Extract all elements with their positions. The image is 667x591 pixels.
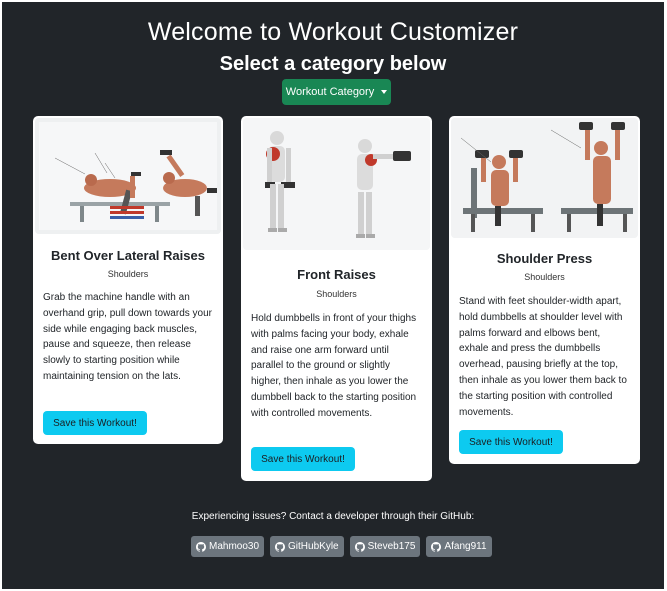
- workout-illustration: [35, 118, 221, 234]
- caret-down-icon: [381, 90, 388, 94]
- workout-category-label: Workout Category: [285, 86, 375, 98]
- card-category: Shoulders: [316, 289, 357, 299]
- page-title: Welcome to Workout Customizer: [147, 18, 519, 46]
- github-username: Mahmoo30: [209, 541, 260, 552]
- card-category: Shoulders: [107, 269, 149, 279]
- workout-illustration: [451, 118, 638, 238]
- workout-illustration: [243, 118, 430, 250]
- github-icon: [431, 541, 442, 552]
- issues-text: Experiencing issues? Contact a developer…: [191, 511, 475, 522]
- github-link-button[interactable]: Afang911: [426, 536, 492, 557]
- save-workout-button[interactable]: Save this Workout!: [43, 411, 147, 435]
- workout-card: Bent Over Lateral Raises Shoulders Grab …: [33, 116, 223, 444]
- card-category: Shoulders: [524, 272, 565, 282]
- card-description: Grab the machine handle with an overhand…: [43, 292, 212, 382]
- github-icon: [275, 541, 286, 552]
- github-icon: [196, 541, 206, 552]
- page-background: Welcome to Workout Customizer Select a c…: [2, 2, 664, 589]
- card-title: Front Raises: [297, 267, 376, 282]
- workout-category-dropdown[interactable]: Workout Category: [282, 79, 391, 105]
- workout-card: Shoulder Press Shoulders Stand with feet…: [449, 116, 640, 464]
- save-workout-button[interactable]: Save this Workout!: [251, 447, 355, 471]
- card-description: Hold dumbbells in front of your thighs w…: [251, 313, 417, 419]
- github-username: Steveb175: [367, 541, 416, 552]
- save-workout-button[interactable]: Save this Workout!: [459, 430, 563, 454]
- card-title: Shoulder Press: [496, 251, 593, 266]
- card-title: Bent Over Lateral Raises: [51, 248, 205, 263]
- github-link-button[interactable]: Mahmoo30: [191, 536, 265, 557]
- developer-links: Mahmoo30 GitHubKyle Steveb175 Afang911: [191, 536, 492, 557]
- card-description: Stand with feet shoulder-width apart, ho…: [459, 296, 627, 418]
- workout-card: Front Raises Shoulders Hold dumbbells in…: [241, 116, 432, 481]
- page-subtitle: Select a category below: [219, 53, 447, 75]
- github-link-button[interactable]: GitHubKyle: [270, 536, 344, 557]
- github-username: Afang911: [444, 541, 487, 552]
- github-link-button[interactable]: Steveb175: [349, 536, 421, 557]
- github-icon: [354, 541, 365, 552]
- github-username: GitHubKyle: [288, 541, 339, 552]
